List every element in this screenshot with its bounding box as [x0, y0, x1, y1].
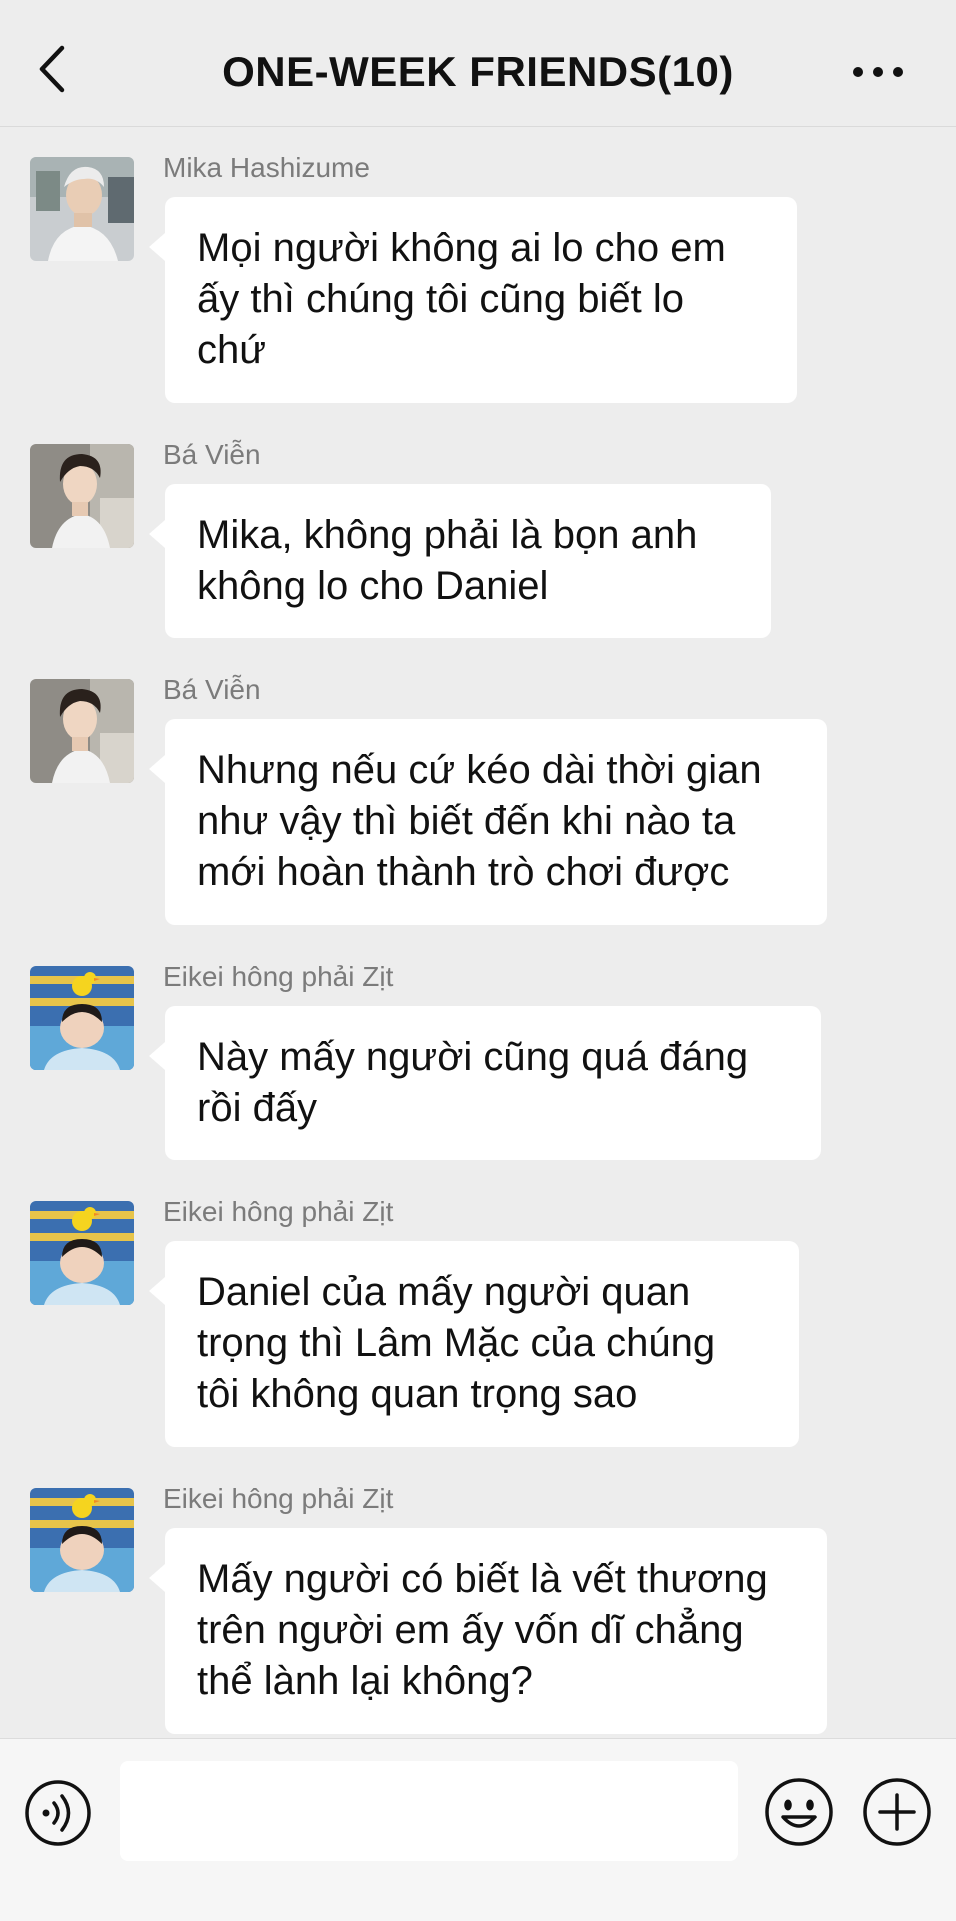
plus-icon[interactable]	[862, 1777, 932, 1847]
message-text-line: Mấy người có biết là vết thương	[197, 1557, 768, 1601]
avatar-mika[interactable]	[30, 157, 134, 261]
emoji-icon[interactable]	[764, 1777, 834, 1847]
message-bubble[interactable]: Mika, không phải là bọn anh không lo cho…	[149, 484, 771, 638]
chat-title: ONE-WEEK FRIENDS(10)	[222, 48, 734, 95]
message-text-line: như vậy thì biết đến khi nào ta	[197, 799, 736, 843]
message-bubble[interactable]: Mấy người có biết là vết thương trên ngư…	[149, 1528, 827, 1734]
message-text-line: Này mấy người cũng quá đáng	[197, 1035, 749, 1079]
message-text-line: chứ	[197, 328, 267, 372]
message-text-line: Mọi người không ai lo cho em	[197, 226, 726, 270]
message-text-line: rồi đấy	[197, 1086, 318, 1130]
message-text-line: mới hoàn thành trò chơi được	[197, 850, 730, 894]
sender-name: Eikei hông phải Zịt	[163, 1196, 394, 1227]
sender-name: Eikei hông phải Zịt	[163, 1483, 394, 1514]
chevron-left-icon[interactable]	[28, 40, 78, 98]
more-horizontal-icon[interactable]	[848, 54, 908, 90]
message-list[interactable]: Mika Hashizume Mọi người không ai lo cho…	[0, 127, 956, 1737]
chat-header: ONE-WEEK FRIENDS(10)	[0, 0, 956, 127]
message-bubble[interactable]: Daniel của mấy người quan trọng thì Lâm …	[149, 1241, 799, 1447]
sender-name: Bá Viễn	[163, 674, 261, 705]
message-bubble[interactable]: Nhưng nếu cứ kéo dài thời gian như vậy t…	[149, 719, 827, 925]
voice-icon[interactable]	[24, 1779, 92, 1847]
avatar-ba-vien[interactable]	[30, 679, 134, 783]
sender-name: Mika Hashizume	[163, 152, 370, 183]
message-text-line: ấy thì chúng tôi cũng biết lo	[197, 277, 684, 321]
message-input[interactable]	[120, 1761, 738, 1861]
message-text-line: Daniel của mấy người quan	[197, 1270, 691, 1314]
message-text-line: Nhưng nếu cứ kéo dài thời gian	[197, 748, 762, 792]
message-text-line: thể lành lại không?	[197, 1659, 533, 1703]
sender-name: Eikei hông phải Zịt	[163, 961, 394, 992]
message-bubble[interactable]: Này mấy người cũng quá đáng rồi đấy	[149, 1006, 821, 1160]
avatar-eikei[interactable]	[30, 1201, 134, 1305]
message-text-line: Mika, không phải là bọn anh	[197, 513, 698, 557]
message-text-line: trọng thì Lâm Mặc của chúng	[197, 1321, 716, 1365]
message-text-line: không lo cho Daniel	[197, 564, 549, 608]
avatar-eikei[interactable]	[30, 966, 134, 1070]
message-text-line: tôi không quan trọng sao	[197, 1372, 638, 1416]
avatar-eikei[interactable]	[30, 1488, 134, 1592]
avatar-ba-vien[interactable]	[30, 444, 134, 548]
sender-name: Bá Viễn	[163, 439, 261, 470]
message-bubble[interactable]: Mọi người không ai lo cho em ấy thì chún…	[149, 197, 797, 403]
input-bar	[0, 1738, 956, 1921]
message-text-line: trên người em ấy vốn dĩ chẳng	[197, 1608, 744, 1652]
